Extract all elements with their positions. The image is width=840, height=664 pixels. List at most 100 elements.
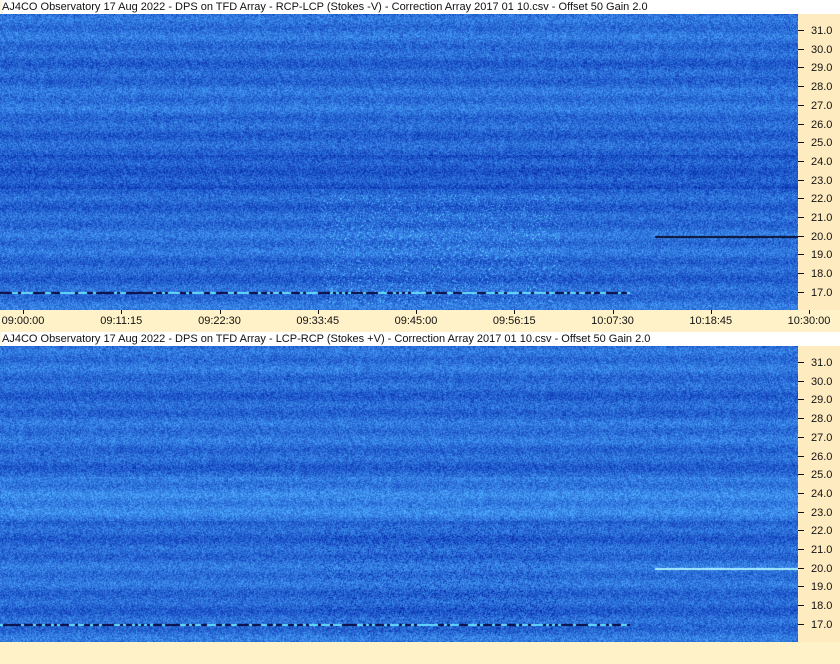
- y-tick-text: 23.0: [811, 174, 833, 187]
- y-tick-mark: [798, 254, 804, 256]
- x-tick-mark: [612, 310, 614, 314]
- y-tick-text: 31.0: [811, 25, 833, 37]
- y-tick-text: 28.0: [811, 81, 833, 94]
- y-tick-text: 20.0: [811, 230, 833, 243]
- panel-1-spectrogram: [0, 14, 798, 310]
- y-tick-mark: [798, 380, 804, 382]
- x-tick-text: 09:22:30: [198, 315, 241, 327]
- y-tick-text: 24.0: [811, 155, 833, 168]
- y-tick-label: 28.0: [798, 80, 840, 94]
- panel-2-x-axis-strip: [0, 642, 840, 664]
- y-tick-text: 29.0: [811, 62, 833, 75]
- x-tick-text: 10:07:30: [591, 315, 634, 327]
- y-tick-mark: [798, 586, 804, 588]
- y-tick-text: 24.0: [811, 487, 833, 500]
- y-tick-label: 22.0: [798, 524, 840, 538]
- y-tick-text: 27.0: [811, 99, 833, 112]
- y-tick-label: 26.0: [798, 118, 840, 132]
- y-tick-mark: [798, 418, 804, 420]
- y-tick-text: 30.0: [811, 43, 833, 56]
- y-tick-mark: [798, 123, 804, 125]
- x-tick-text: 09:33:45: [296, 315, 340, 327]
- y-tick-text: 17.0: [811, 286, 833, 299]
- y-tick-text: 21.0: [811, 544, 833, 556]
- y-tick-mark: [798, 30, 804, 31]
- y-tick-text: 25.0: [811, 137, 833, 150]
- y-tick-label: 26.0: [798, 450, 840, 464]
- y-tick-label: 30.0: [798, 43, 840, 57]
- y-tick-label: 19.0: [798, 248, 840, 262]
- panel-2-spectrogram: [0, 346, 798, 642]
- y-tick-text: 19.0: [811, 249, 833, 262]
- y-tick-text: 21.0: [811, 212, 833, 224]
- y-tick-mark: [798, 273, 804, 275]
- y-tick-mark: [798, 474, 804, 476]
- y-tick-mark: [798, 362, 804, 363]
- y-tick-label: 28.0: [798, 412, 840, 426]
- y-tick-mark: [798, 142, 804, 144]
- y-tick-label: 31.0: [798, 24, 840, 38]
- y-tick-text: 19.0: [811, 581, 833, 594]
- y-tick-mark: [798, 179, 804, 181]
- y-tick-mark: [798, 436, 804, 438]
- x-tick-text: 10:30:00: [787, 315, 831, 327]
- y-tick-mark: [798, 605, 804, 607]
- y-tick-label: 22.0: [798, 192, 840, 206]
- y-tick-mark: [798, 160, 804, 162]
- y-tick-text: 18.0: [811, 600, 833, 613]
- y-tick-mark: [798, 455, 804, 457]
- x-tick-text: 10:18:45: [689, 315, 733, 327]
- x-tick-mark: [809, 310, 810, 314]
- y-tick-label: 29.0: [798, 61, 840, 75]
- panel-1-title: AJ4CO Observatory 17 Aug 2022 - DPS on T…: [2, 0, 840, 14]
- y-tick-label: 25.0: [798, 468, 840, 482]
- x-tick-text: 09:00:00: [1, 315, 45, 327]
- panel-1-x-axis: 09:00:00 09:11:15 09:22:30 09:33:45 09:45:00…: [0, 310, 840, 332]
- y-tick-label: 17.0: [798, 618, 840, 632]
- x-tick-mark: [121, 310, 123, 314]
- y-tick-mark: [798, 217, 804, 218]
- panel-2-title: AJ4CO Observatory 17 Aug 2022 - DPS on T…: [2, 332, 840, 346]
- y-tick-text: 25.0: [811, 469, 833, 482]
- y-tick-mark: [798, 399, 804, 401]
- y-tick-label: 27.0: [798, 431, 840, 445]
- x-tick-mark: [219, 310, 221, 314]
- y-tick-mark: [798, 235, 804, 237]
- panel-2-y-axis: 31.0 30.0 29.0 28.0 27.0 26.0 25.0 24.0 23.0 22.0…: [798, 346, 840, 642]
- y-tick-label: 21.0: [798, 543, 840, 557]
- x-tick-mark: [514, 310, 516, 314]
- y-tick-label: 20.0: [798, 562, 840, 576]
- y-tick-text: 30.0: [811, 375, 833, 388]
- y-tick-label: 24.0: [798, 487, 840, 501]
- y-tick-text: 23.0: [811, 506, 833, 519]
- y-tick-label: 27.0: [798, 99, 840, 113]
- panel-1-canvas: [0, 14, 798, 310]
- y-tick-mark: [798, 567, 804, 569]
- y-tick-label: 20.0: [798, 230, 840, 244]
- y-tick-mark: [798, 67, 804, 69]
- panel-1-y-axis: 31.0 30.0 29.0 28.0 27.0 26.0 25.0 24.0 23.0 22.0…: [798, 14, 840, 310]
- y-tick-text: 31.0: [811, 357, 833, 369]
- y-tick-text: 22.0: [811, 193, 833, 206]
- y-tick-text: 20.0: [811, 562, 833, 575]
- y-tick-text: 26.0: [811, 118, 833, 131]
- y-tick-label: 31.0: [798, 356, 840, 370]
- y-tick-label: 18.0: [798, 599, 840, 613]
- y-tick-mark: [798, 549, 804, 550]
- x-tick-text: 09:45:00: [394, 315, 438, 327]
- panel-2-canvas: [0, 346, 798, 642]
- y-tick-label: 19.0: [798, 580, 840, 594]
- y-tick-mark: [798, 511, 804, 513]
- y-tick-label: 24.0: [798, 155, 840, 169]
- y-tick-label: 18.0: [798, 267, 840, 281]
- x-tick-mark: [317, 310, 319, 314]
- x-tick-mark: [416, 310, 417, 314]
- y-tick-mark: [798, 104, 804, 106]
- y-tick-text: 17.0: [811, 618, 833, 631]
- x-tick-mark: [710, 310, 712, 314]
- y-tick-label: 17.0: [798, 286, 840, 300]
- x-tick-text: 09:56:15: [492, 315, 536, 327]
- y-tick-mark: [798, 492, 804, 494]
- y-tick-mark: [798, 198, 804, 200]
- y-tick-label: 23.0: [798, 506, 840, 520]
